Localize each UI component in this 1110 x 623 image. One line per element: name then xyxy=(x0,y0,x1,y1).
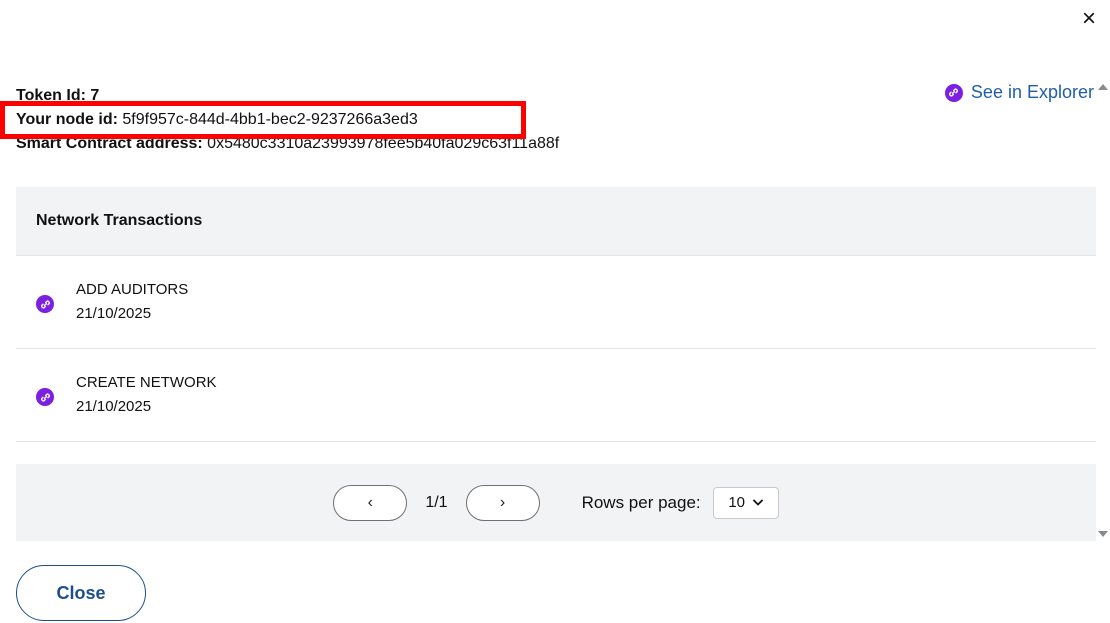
table-header-label: Network Transactions xyxy=(36,212,203,229)
prev-page-button[interactable]: ‹ xyxy=(333,484,408,521)
transaction-date: 21/10/2025 xyxy=(76,305,152,322)
transactions-table: Network Transactions ADD AUDITORS 21/10/… xyxy=(16,187,1096,541)
node-id-row: Your node id: 5f9f957c-844d-4bb1-bec2-92… xyxy=(16,108,559,132)
next-page-button[interactable]: › xyxy=(465,484,540,521)
close-icon[interactable]: × xyxy=(1076,4,1102,34)
transaction-date: 21/10/2025 xyxy=(76,398,152,415)
explorer-modal: × Token Id: 7 Your node id: 5f9f957c-844… xyxy=(0,0,1110,623)
close-button[interactable]: Close xyxy=(16,565,146,621)
contract-address-label: Smart Contract address: xyxy=(16,135,203,152)
see-in-explorer-link[interactable]: See in Explorer xyxy=(944,82,1094,103)
chevron-down-icon xyxy=(753,499,763,506)
token-id-value: 7 xyxy=(90,87,100,104)
link-icon xyxy=(944,83,963,102)
node-id-value: 5f9f957c-844d-4bb1-bec2-9237266a3ed3 xyxy=(122,111,418,128)
transaction-text: ADD AUDITORS 21/10/2025 xyxy=(76,278,188,326)
token-details: Token Id: 7 Your node id: 5f9f957c-844d-… xyxy=(16,84,559,156)
close-button-label: Close xyxy=(56,582,106,603)
link-icon[interactable] xyxy=(36,388,54,406)
transaction-text: CREATE NETWORK 21/10/2025 xyxy=(76,371,217,419)
link-icon[interactable] xyxy=(36,295,54,313)
see-in-explorer-label: See in Explorer xyxy=(970,82,1094,102)
rows-per-page-label: Rows per page: xyxy=(581,492,701,512)
scroll-up-arrow[interactable] xyxy=(1098,84,1108,90)
table-header: Network Transactions xyxy=(16,187,1096,256)
transaction-title: CREATE NETWORK xyxy=(76,374,217,391)
rows-per-page-select[interactable]: 10 xyxy=(712,486,779,519)
chevron-left-icon: ‹ xyxy=(367,493,373,511)
scroll-down-arrow[interactable] xyxy=(1098,531,1108,537)
token-id-label: Token Id: xyxy=(16,87,86,104)
chevron-right-icon: › xyxy=(499,493,506,511)
node-id-label: Your node id: xyxy=(16,111,118,128)
token-id-row: Token Id: 7 xyxy=(16,84,559,108)
contract-address-value: 0x5480c3310a23993978fee5b40fa029c63f11a8… xyxy=(207,135,560,152)
contract-address-row: Smart Contract address: 0x5480c3310a2399… xyxy=(16,132,559,156)
transaction-title: ADD AUDITORS xyxy=(76,281,189,298)
pagination-bar: ‹ 1/1 › Rows per page: 10 xyxy=(16,464,1096,541)
rows-per-page-value: 10 xyxy=(728,494,745,511)
page-indicator: 1/1 xyxy=(425,493,448,511)
table-row: CREATE NETWORK 21/10/2025 xyxy=(16,349,1096,442)
table-row: ADD AUDITORS 21/10/2025 xyxy=(16,256,1096,349)
